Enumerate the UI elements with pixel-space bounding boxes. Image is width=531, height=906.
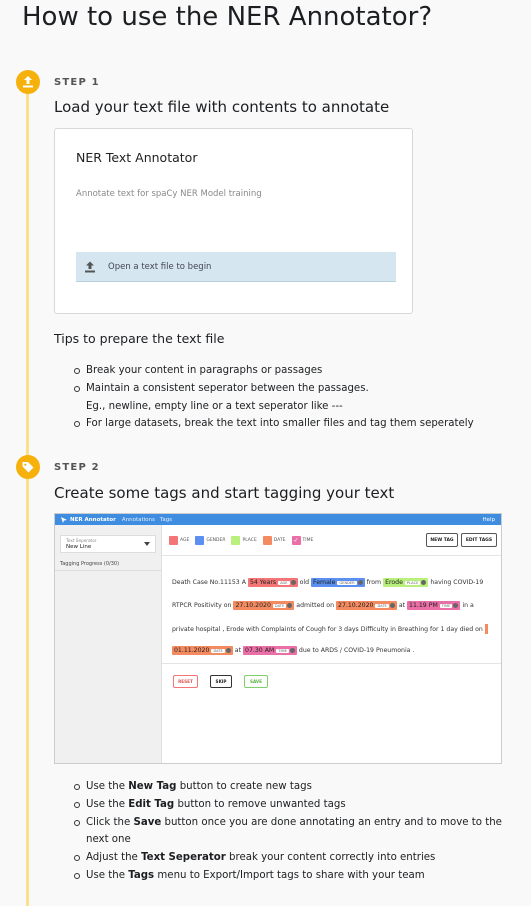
color-swatch [169, 536, 178, 545]
entity-date[interactable]: 27.10.2020 DATE [233, 601, 295, 610]
entity-place[interactable]: Erode PLACE [383, 578, 429, 587]
divider [162, 663, 501, 664]
tips-title: Tips to prepare the text file [54, 331, 225, 346]
step-1-heading: Load your text file with contents to ann… [54, 98, 390, 116]
close-icon[interactable] [453, 603, 459, 608]
app-sidebar: Text Seperator New Line Tagging Progress… [55, 525, 162, 763]
close-icon[interactable] [287, 603, 293, 608]
app-main: AGE GENDER PLACE DATE ✓ TIME NEW TAG EDIT… [162, 525, 501, 763]
tagging-progress: Tagging Progress (0/30) [60, 561, 120, 567]
tag-age[interactable]: AGE [169, 536, 189, 545]
edit-tags-button[interactable]: EDIT TAGS [461, 533, 497, 547]
upload-icon [85, 261, 95, 272]
list-item: Use the New Tag button to create new tag… [74, 778, 502, 796]
close-icon[interactable] [389, 603, 395, 608]
chevron-down-icon [144, 542, 150, 546]
list-item: Adjust the Text Seperator break your con… [74, 849, 502, 867]
separator-select[interactable]: Text Seperator New Line [60, 535, 156, 553]
tag-gender[interactable]: GENDER [195, 536, 225, 545]
close-icon[interactable] [357, 580, 363, 585]
list-item: Use the Edit Tag button to remove unwant… [74, 796, 502, 814]
reset-button[interactable]: RESET [173, 675, 198, 688]
step-2-tips: Use the New Tag button to create new tag… [74, 778, 502, 885]
list-item: Maintain a consistent seperator between … [74, 380, 474, 398]
page-title: How to use the NER Annotator? [22, 2, 433, 32]
annotation-text-line: 01.11.2020 DATE at 07.30 AM TIME due to AR… [172, 646, 415, 655]
list-item: next one [86, 834, 131, 846]
upload-icon [16, 70, 40, 94]
skip-button[interactable]: SKIP [210, 675, 232, 688]
entity-time[interactable]: 07.30 AM TIME [243, 646, 297, 655]
annotator-app-screenshot: NER Annotator Annotations Tags Help Text… [54, 513, 502, 764]
nav-tags[interactable]: Tags [160, 517, 172, 523]
color-swatch [262, 536, 272, 545]
timeline-line [26, 84, 29, 906]
list-item: Use the Tags menu to Export/Import tags … [74, 867, 502, 885]
tag-icon [16, 455, 40, 479]
app-navbar: NER Annotator Annotations Tags Help [55, 514, 501, 525]
step-1-label: STEP 1 [54, 77, 100, 88]
close-icon[interactable] [289, 648, 295, 653]
step-2-label: STEP 2 [54, 462, 100, 473]
entity-date[interactable]: 01.11.2020 DATE [172, 646, 233, 655]
new-tag-button[interactable]: NEW TAG [426, 533, 458, 547]
list-item: Break your content in paragraphs or pass… [74, 362, 474, 380]
entity-age[interactable]: 54 Years AGE [247, 578, 298, 587]
list-item: Eg., newline, empty line or a text seper… [86, 400, 343, 412]
entity-gender[interactable]: Female GENDER [311, 578, 365, 587]
close-icon[interactable] [225, 648, 231, 653]
save-button[interactable]: SAVE [244, 675, 268, 688]
color-swatch [231, 536, 241, 545]
check-icon: ✓ [291, 536, 301, 545]
close-icon[interactable] [290, 580, 296, 585]
tag-list: AGE GENDER PLACE DATE ✓ TIME [169, 536, 319, 545]
color-swatch [195, 536, 205, 545]
annotation-text-line: RTPCR Positivity on 27.10.2020 DATE admit… [172, 601, 474, 610]
separator-value: New Line [66, 544, 92, 550]
nav-help[interactable]: Help [482, 517, 495, 523]
annotation-text-line: private hospital , Erode with Complaints… [172, 624, 488, 634]
tag-date[interactable]: DATE [262, 536, 286, 545]
separator-label: Text Seperator [66, 538, 97, 543]
list-item: Click the Save button once you are done … [74, 814, 502, 832]
divider [162, 555, 501, 556]
card-title: NER Text Annotator [76, 150, 198, 165]
open-file-label: Open a text file to begin [108, 261, 212, 272]
divider [55, 570, 161, 571]
annotation-text-line: Death Case No.11153 A 54 Years AGE old Fe… [172, 578, 484, 587]
nav-annotations[interactable]: Annotations [122, 517, 155, 523]
open-file-button[interactable]: Open a text file to begin [76, 252, 396, 282]
list-item: For large datasets, break the text into … [74, 415, 474, 433]
card-subtitle: Annotate text for spaCy NER Model traini… [76, 189, 262, 199]
annotator-start-card: NER Text Annotator Annotate text for spa… [54, 128, 413, 314]
entity-date[interactable]: 27.10.2020 DATE [336, 601, 397, 610]
tag-place[interactable]: PLACE [231, 536, 257, 545]
entity-time[interactable]: 11.19 PM TIME [407, 601, 461, 610]
logo-icon [61, 516, 67, 523]
selection-cursor [484, 624, 488, 634]
step-1-tips: Break your content in paragraphs or pass… [74, 362, 474, 433]
close-icon[interactable] [421, 580, 427, 585]
app-brand[interactable]: NER Annotator [61, 516, 116, 523]
step-2-heading: Create some tags and start tagging your … [54, 484, 395, 502]
tag-time[interactable]: ✓ TIME [291, 536, 313, 545]
